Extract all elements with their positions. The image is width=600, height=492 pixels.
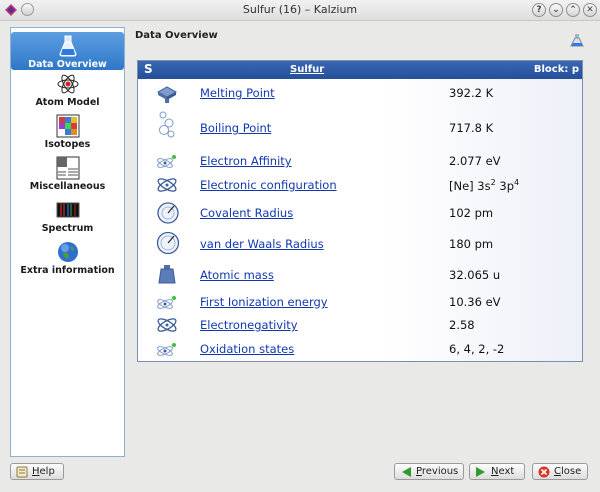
property-label[interactable]: Oxidation states	[200, 342, 294, 356]
flask-icon	[58, 35, 77, 57]
help-button[interactable]: Help	[10, 463, 64, 480]
covalent-radius-icon	[157, 202, 179, 224]
electronic-configuration-icon	[157, 178, 177, 192]
element-header: S Sulfur Block: p	[138, 61, 582, 79]
property-row: van der Waals Radius 180 pm	[138, 231, 582, 255]
next-button[interactable]: Next	[469, 463, 525, 480]
globe-icon	[57, 242, 78, 262]
minimize-button[interactable]: ⌄	[549, 3, 563, 17]
sidebar-item-extra-information[interactable]: Extra information	[11, 240, 124, 278]
property-value: 717.8 K	[449, 121, 494, 135]
property-row: Electronic configuration [Ne] 3s2 3p4	[138, 175, 582, 195]
element-block: Block: p	[533, 64, 579, 75]
property-value: [Ne] 3s2 3p4	[449, 178, 519, 193]
electronegativity-icon	[157, 318, 177, 332]
previous-button[interactable]: Previous	[394, 463, 464, 480]
property-row: First Ionization energy 10.36 eV	[138, 292, 582, 312]
arrow-left-icon	[402, 467, 411, 477]
property-label[interactable]: First Ionization energy	[200, 295, 328, 309]
window-titlebar: Sulfur (16) – Kalzium ? ⌄ ⌃ ✕	[0, 0, 600, 21]
arrow-right-icon	[476, 467, 485, 477]
property-value: 180 pm	[449, 237, 494, 251]
config-superscript: 4	[514, 178, 520, 187]
ionization-energy-icon	[157, 296, 176, 309]
property-row: Electronegativity 2.58	[138, 315, 582, 335]
property-label[interactable]: van der Waals Radius	[200, 237, 324, 251]
sidebar-item-label: Extra information	[20, 265, 115, 276]
electron-affinity-icon	[157, 155, 176, 168]
property-row: Oxidation states 6, 4, 2, -2	[138, 339, 582, 359]
mnemonic: C	[554, 466, 561, 477]
sidebar-item-isotopes[interactable]: Isotopes	[11, 114, 124, 152]
property-row: Boiling Point 717.8 K	[138, 111, 582, 138]
van-der-waals-radius-icon	[156, 231, 180, 255]
miscellaneous-icon	[56, 156, 79, 180]
sidebar: Data Overview Atom Model Isotopes Miscel…	[10, 27, 125, 457]
help-context-button[interactable]: ?	[532, 3, 546, 17]
page-title: Data Overview	[135, 30, 218, 41]
property-row: Melting Point 392.2 K	[138, 83, 582, 103]
property-value: 2.077 eV	[449, 154, 501, 168]
property-row: Covalent Radius 102 pm	[138, 202, 582, 224]
sidebar-item-label: Isotopes	[44, 139, 91, 150]
spectrum-icon	[56, 202, 79, 218]
config-part: 3p	[495, 178, 514, 193]
button-label: revious	[421, 466, 459, 477]
property-value: 392.2 K	[449, 86, 494, 100]
isotopes-icon	[56, 114, 79, 138]
close-button[interactable]: Close	[532, 463, 588, 480]
help-book-icon	[16, 466, 28, 478]
element-symbol: S	[144, 62, 153, 76]
property-label[interactable]: Melting Point	[200, 86, 275, 100]
sidebar-item-label: Spectrum	[41, 223, 94, 234]
close-icon	[538, 466, 550, 478]
close-window-button[interactable]: ✕	[583, 3, 597, 17]
atomic-mass-icon	[158, 265, 176, 284]
button-label: ext	[498, 466, 515, 477]
property-label[interactable]: Boiling Point	[200, 121, 271, 135]
mnemonic: H	[32, 466, 40, 477]
data-overview-panel: S Sulfur Block: p Melting Point 392.2 K …	[137, 60, 583, 362]
sidebar-item-miscellaneous[interactable]: Miscellaneous	[11, 156, 124, 194]
property-value: 32.065 u	[449, 268, 501, 282]
property-row: Atomic mass 32.065 u	[138, 265, 582, 285]
sidebar-item-label: Miscellaneous	[29, 181, 106, 192]
property-value: 6, 4, 2, -2	[449, 342, 505, 356]
maximize-button[interactable]: ⌃	[566, 3, 580, 17]
property-value: 102 pm	[449, 206, 494, 220]
property-label[interactable]: Electronic configuration	[200, 178, 337, 192]
property-label[interactable]: Covalent Radius	[200, 206, 293, 220]
property-value: 2.58	[449, 318, 475, 332]
property-row: Electron Affinity 2.077 eV	[138, 151, 582, 171]
sidebar-item-spectrum[interactable]: Spectrum	[11, 198, 124, 236]
property-label[interactable]: Electronegativity	[200, 318, 298, 332]
flask-icon	[570, 34, 584, 47]
melting-point-icon	[156, 86, 178, 103]
sidebar-item-data-overview[interactable]: Data Overview	[11, 32, 124, 70]
sidebar-item-atom-model[interactable]: Atom Model	[11, 72, 124, 110]
property-label[interactable]: Atomic mass	[200, 268, 274, 282]
property-label[interactable]: Electron Affinity	[200, 154, 292, 168]
boiling-point-icon	[159, 111, 175, 138]
property-value: 10.36 eV	[449, 295, 501, 309]
atom-model-icon	[57, 74, 78, 94]
sidebar-item-label: Data Overview	[28, 59, 107, 70]
window-title: Sulfur (16) – Kalzium	[242, 3, 358, 16]
button-label: lose	[560, 466, 582, 477]
sidebar-item-label: Atom Model	[35, 97, 100, 108]
button-label: elp	[39, 466, 55, 477]
oxidation-states-icon	[157, 343, 176, 356]
element-name-link[interactable]: Sulfur	[290, 64, 324, 75]
config-part: [Ne] 3s	[449, 178, 491, 193]
